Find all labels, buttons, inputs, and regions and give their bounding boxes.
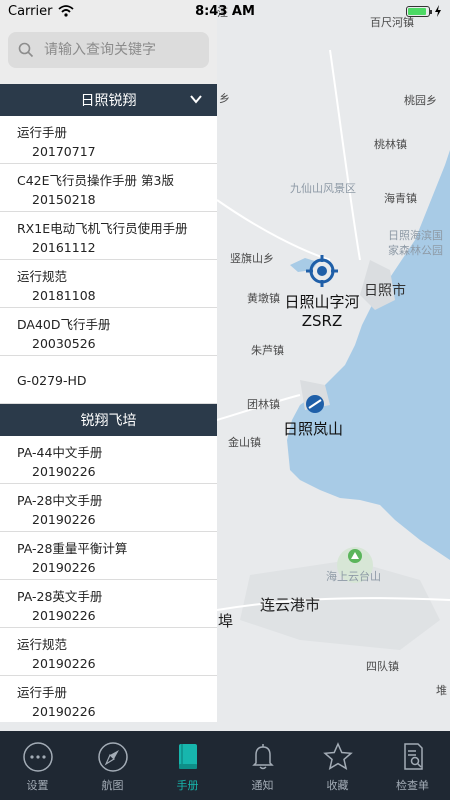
manual-item[interactable]: PA-28中文手册 20190226 [0,484,217,532]
map-label-tuanlinzhen: 团林镇 [247,398,280,411]
map-label-xiang: 乡 [219,92,230,105]
manual-title: PA-28重量平衡计算 [17,541,128,556]
bell-icon [251,744,274,770]
manual-item[interactable]: DA40D飞行手册 20030526 [0,308,217,356]
manual-title: 运行手册 [17,685,68,700]
book-icon [178,744,197,769]
manual-date: 20161112 [32,240,96,255]
manual-title: RX1E电动飞机飞行员使用手册 [17,221,188,236]
tab-label: 检查单 [396,779,429,792]
manual-date: 20190226 [32,656,96,671]
manual-title: 运行手册 [17,125,68,140]
airport-lanshan-marker-icon[interactable] [304,393,326,415]
manual-title: 运行规范 [17,269,68,284]
group-title: 日照锐翔 [80,93,137,109]
settings-dots-icon [22,742,53,772]
tab-label: 收藏 [326,779,349,792]
manual-item[interactable]: 运行规范 20181108 [0,260,217,308]
scenic-spot-icon [348,549,362,563]
map-label-jinshanzhen: 金山镇 [228,436,261,449]
manual-date: 20170717 [32,144,96,159]
tab-checklist[interactable]: 检查单 [375,731,450,800]
airport-lanshan-label[interactable]: 日照岚山 [283,420,343,439]
manual-date: 20190226 [32,464,96,479]
compass-icon [97,742,128,772]
airport-zsrz-code: ZSRZ [301,312,343,330]
map-label-shuqishan: 竖旗山乡 [230,252,274,265]
search-icon [18,42,34,58]
carrier-label: Carrier [8,3,53,19]
map-label-haibin: 日照海滨国家森林公园 [388,229,443,257]
tab-label: 设置 [26,779,49,792]
tab-manuals[interactable]: 手册 [150,731,225,800]
airport-zsrz-marker-icon[interactable] [305,254,339,288]
manual-panel: 日照锐翔 运行手册 20170717 C42E飞行员操作手册 第3版 20150… [0,0,217,722]
airport-zsrz-name: 日照山字河 [284,293,360,311]
manual-title: G-0279-HD [17,373,87,388]
tab-label: 航图 [101,779,124,792]
airport-zsrz-label[interactable]: 日照山字河 ZSRZ [282,293,362,331]
manual-title: C42E飞行员操作手册 第3版 [17,173,174,188]
charging-bolt-icon [435,5,441,17]
map-label-jiuxianshan: 九仙山风景区 [290,182,356,195]
map-label-dui: 堆 [436,684,447,697]
manual-date: 20150218 [32,192,96,207]
group-header-ruixiang-feipei[interactable]: 锐翔飞培 [0,404,217,436]
star-icon [322,742,353,770]
tab-settings[interactable]: 设置 [0,731,75,800]
tab-label: 通知 [251,779,274,792]
wifi-icon [58,5,75,17]
tab-charts[interactable]: 航图 [75,731,150,800]
map-label-haishangyuntaishan: 海上云台山 [326,570,381,583]
manual-item[interactable]: 运行规范 20190226 [0,628,217,676]
manual-item[interactable]: G-0279-HD [0,356,217,404]
manual-title: DA40D飞行手册 [17,317,111,332]
map-label-zhutingzhen: 朱芦镇 [251,344,284,357]
map-label-siduizhen: 四队镇 [366,660,399,673]
group-title: 锐翔飞培 [80,413,137,429]
map-label-haiqingzhen: 海青镇 [384,192,417,205]
manual-item[interactable]: 运行手册 20170717 [0,116,217,164]
battery-icon [406,5,432,17]
chevron-down-icon [190,95,202,104]
tab-bar: 设置 航图 手册 通知 收藏 检查单 [0,731,450,800]
map-label-bu: 埠 [218,612,234,630]
manual-date: 20030526 [32,336,96,351]
manual-date: 20190226 [32,512,96,527]
manual-title: PA-28英文手册 [17,589,103,604]
search-input[interactable] [42,41,206,59]
manual-item[interactable]: RX1E电动飞机飞行员使用手册 20161112 [0,212,217,260]
tab-label: 手册 [176,779,199,792]
group-header-rizhao-ruixiang[interactable]: 日照锐翔 [0,84,217,116]
manual-title: PA-28中文手册 [17,493,103,508]
map-label-rizhaoshi: 日照市 [364,283,406,299]
tab-notifications[interactable]: 通知 [225,731,300,800]
manual-title: 运行规范 [17,637,68,652]
manual-date: 20181108 [32,288,96,303]
manual-item[interactable]: PA-28英文手册 20190226 [0,580,217,628]
manual-title: PA-44中文手册 [17,445,103,460]
checklist-icon [403,743,423,770]
manual-item[interactable]: PA-44中文手册 20190226 [0,436,217,484]
manual-item[interactable]: C42E飞行员操作手册 第3版 20150218 [0,164,217,212]
manual-item[interactable]: 运行手册 20190226 [0,676,217,722]
search-box[interactable] [8,32,209,68]
tab-favorites[interactable]: 收藏 [300,731,375,800]
manual-date: 20190226 [32,560,96,575]
map-label-taolinzhen: 桃林镇 [374,138,407,151]
manual-date: 20190226 [32,608,96,623]
map-label-taoyuanxiang: 桃园乡 [404,94,437,107]
map-label-lianyungangshi: 连云港市 [260,596,321,614]
manual-item[interactable]: PA-28重量平衡计算 20190226 [0,532,217,580]
map-label-huangdunzhen: 黄墩镇 [247,292,280,305]
status-bar: Carrier 8:43 AM [0,0,450,22]
manual-date: 20190226 [32,704,96,719]
